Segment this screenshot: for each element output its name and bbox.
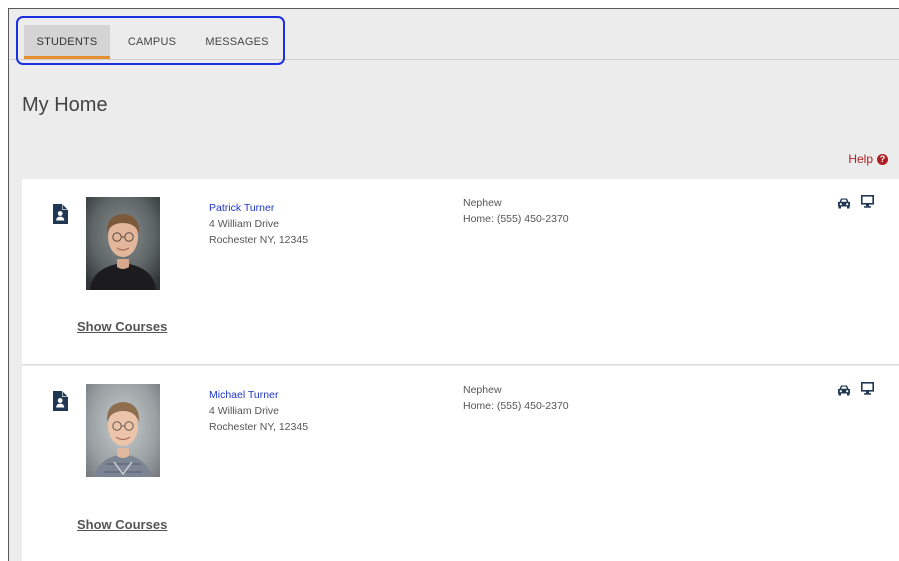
student-card: Show Courses Michael Turner 4 William Dr… bbox=[22, 366, 899, 561]
car-icon[interactable] bbox=[837, 384, 851, 396]
tab-bar: STUDENTS CAMPUS MESSAGES bbox=[9, 9, 899, 65]
tab-students[interactable]: STUDENTS bbox=[24, 25, 110, 59]
id-document-icon[interactable] bbox=[52, 204, 68, 224]
address-line-1: 4 William Drive bbox=[209, 218, 280, 230]
phone-number: Home: (555) 450-2370 bbox=[463, 400, 569, 412]
help-label: Help bbox=[848, 152, 873, 166]
student-relationship: Nephew Home: (555) 450-2370 bbox=[463, 195, 569, 227]
tab-campus[interactable]: CAMPUS bbox=[117, 25, 187, 59]
student-name-link[interactable]: Patrick Turner bbox=[209, 200, 308, 216]
app-frame: STUDENTS CAMPUS MESSAGES My Home Help ? bbox=[8, 8, 899, 561]
phone-number: Home: (555) 450-2370 bbox=[463, 213, 569, 225]
student-card: Show Courses Patrick Turner 4 William Dr… bbox=[22, 179, 899, 365]
relationship-label: Nephew bbox=[463, 384, 502, 396]
student-info: Michael Turner 4 William Drive Rochester… bbox=[209, 387, 308, 435]
monitor-icon[interactable] bbox=[861, 195, 874, 208]
tab-messages[interactable]: MESSAGES bbox=[195, 25, 279, 59]
page-title: My Home bbox=[22, 94, 108, 116]
address-line-2: Rochester NY, 12345 bbox=[209, 234, 309, 246]
student-name-link[interactable]: Michael Turner bbox=[209, 387, 308, 403]
id-document-icon[interactable] bbox=[52, 391, 68, 411]
help-link[interactable]: Help ? bbox=[848, 152, 888, 166]
student-photo bbox=[86, 197, 160, 290]
address-line-2: Rochester NY, 12345 bbox=[209, 421, 309, 433]
relationship-label: Nephew bbox=[463, 197, 502, 209]
car-icon[interactable] bbox=[837, 197, 851, 209]
question-circle-icon: ? bbox=[877, 153, 888, 165]
show-courses-link[interactable]: Show Courses bbox=[77, 319, 167, 334]
show-courses-link[interactable]: Show Courses bbox=[77, 517, 167, 532]
student-info: Patrick Turner 4 William Drive Rochester… bbox=[209, 200, 308, 248]
student-relationship: Nephew Home: (555) 450-2370 bbox=[463, 382, 569, 414]
address-line-1: 4 William Drive bbox=[209, 405, 280, 417]
student-photo bbox=[86, 384, 160, 477]
monitor-icon[interactable] bbox=[861, 382, 874, 395]
